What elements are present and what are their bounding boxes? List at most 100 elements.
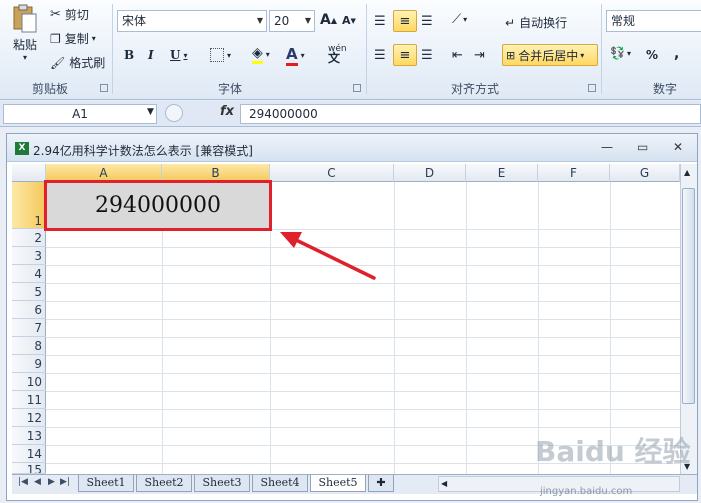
row-header-4[interactable]: 4: [12, 265, 46, 283]
copy-button[interactable]: ❐ 复制 ▾: [50, 30, 96, 47]
clipboard-group-title: 剪贴板: [31, 82, 68, 96]
watermark-url: jingyan.baidu.com: [540, 486, 633, 497]
percent-button[interactable]: %: [646, 48, 658, 62]
alignment-group-title: 对齐方式: [450, 82, 499, 96]
copy-dropdown-icon[interactable]: ▾: [92, 34, 96, 43]
next-sheet-icon[interactable]: ▶: [48, 477, 55, 487]
format-painter-button[interactable]: 🖌 格式刷: [50, 54, 105, 71]
row-header-15[interactable]: 15: [12, 463, 46, 474]
name-box-value: A1: [72, 107, 88, 121]
wrap-text-icon: ↵: [505, 15, 516, 30]
paste-button[interactable]: 粘贴 ▾: [8, 4, 42, 62]
last-sheet-icon[interactable]: ▶|: [60, 477, 70, 487]
font-launcher-icon[interactable]: [353, 84, 361, 92]
cut-button[interactable]: ✂ 剪切: [50, 6, 89, 23]
brush-icon: 🖌: [50, 55, 66, 70]
comma-button[interactable]: ,: [674, 46, 679, 62]
row-header-14[interactable]: 14: [12, 445, 46, 463]
align-middle-button[interactable]: ≡: [393, 10, 417, 32]
row-header-11[interactable]: 11: [12, 391, 46, 409]
number-format-value: 常规: [611, 14, 636, 28]
workbook-title: 2.94亿用科学计数法怎么表示 [兼容模式]: [33, 144, 253, 158]
prev-sheet-icon[interactable]: ◀: [34, 477, 41, 487]
font-group-title: 字体: [217, 82, 242, 96]
row-header-9[interactable]: 9: [12, 355, 46, 373]
name-box[interactable]: A1: [3, 104, 157, 124]
select-all-corner[interactable]: [12, 164, 46, 182]
orientation-button[interactable]: ⟋ ▾: [452, 12, 467, 27]
highlight-box: [44, 180, 272, 231]
merge-dropdown-icon[interactable]: ▾: [580, 51, 584, 60]
grow-font-label: A: [320, 12, 331, 28]
vertical-scroll-thumb[interactable]: [682, 188, 695, 404]
align-top-button[interactable]: ☰: [374, 14, 386, 29]
row-header-12[interactable]: 12: [12, 409, 46, 427]
borders-button[interactable]: ▾: [210, 48, 231, 62]
merge-center-button[interactable]: ⊞ 合并后居中 ▾: [502, 44, 598, 66]
minimize-icon[interactable]: —: [601, 140, 613, 154]
annotation-arrow-icon: [280, 232, 376, 280]
align-center-button[interactable]: ≡: [393, 44, 417, 66]
workbook-titlebar: X 2.94亿用科学计数法怎么表示 [兼容模式] — ▭ ✕: [7, 134, 697, 162]
row-header-8[interactable]: 8: [12, 337, 46, 355]
row-header-1[interactable]: 1: [12, 182, 46, 229]
grow-font-button[interactable]: A ▲: [320, 12, 337, 28]
decrease-indent-button[interactable]: ⇤: [452, 48, 463, 63]
sheet-tab-1[interactable]: Sheet1: [78, 475, 134, 492]
font-name-value: 宋体: [122, 14, 147, 28]
sheet-tab-4[interactable]: Sheet4: [252, 475, 308, 492]
phonetic-button[interactable]: wén 文: [328, 45, 347, 65]
shrink-font-label: A: [342, 14, 351, 27]
align-right-button[interactable]: ☰: [421, 48, 433, 63]
bold-button[interactable]: B: [124, 48, 134, 62]
insert-function-button[interactable]: fx: [220, 104, 234, 119]
paste-label: 粘贴: [12, 38, 37, 52]
formula-input[interactable]: 294000000: [240, 104, 701, 124]
sheet-tab-5[interactable]: Sheet5: [310, 475, 366, 492]
name-box-dropdown-icon[interactable]: ▼: [147, 107, 154, 117]
insert-sheet-icon[interactable]: ✚: [368, 475, 394, 492]
column-header-e[interactable]: E: [466, 164, 538, 182]
clipboard-launcher-icon[interactable]: [100, 84, 108, 92]
number-format-select[interactable]: 常规: [606, 10, 701, 32]
restore-icon[interactable]: ▭: [637, 140, 648, 154]
row-header-7[interactable]: 7: [12, 319, 46, 337]
font-size-select[interactable]: 20 ▼: [269, 10, 315, 32]
shrink-font-button[interactable]: A ▼: [342, 14, 356, 27]
scissors-icon: ✂: [50, 7, 61, 22]
increase-indent-button[interactable]: ⇥: [474, 48, 485, 63]
align-bottom-button[interactable]: ☰: [421, 14, 433, 29]
font-color-button[interactable]: A ▾: [286, 45, 305, 66]
sheet-tab-2[interactable]: Sheet2: [136, 475, 192, 492]
scroll-up-icon[interactable]: ▲: [684, 168, 690, 177]
paste-dropdown-icon[interactable]: ▾: [23, 53, 27, 62]
expand-circle-icon[interactable]: [165, 104, 183, 122]
ribbon: 粘贴 ▾ ✂ 剪切 ❐ 复制 ▾ 🖌 格式刷 剪贴板 宋体 ▼ 20 ▼ A ▲ A ▼…: [0, 0, 701, 100]
column-header-d[interactable]: D: [394, 164, 466, 182]
currency-button[interactable]: 💱 ▾: [610, 46, 631, 60]
row-header-6[interactable]: 6: [12, 301, 46, 319]
column-header-f[interactable]: F: [538, 164, 610, 182]
row-header-10[interactable]: 10: [12, 373, 46, 391]
sheet-tab-3[interactable]: Sheet3: [194, 475, 250, 492]
row-header-13[interactable]: 13: [12, 427, 46, 445]
fill-color-button[interactable]: ◈ ▾: [252, 45, 270, 64]
close-icon[interactable]: ✕: [673, 140, 683, 154]
font-name-select[interactable]: 宋体 ▼: [117, 10, 267, 32]
align-left-button[interactable]: ☰: [374, 48, 386, 63]
column-header-c[interactable]: C: [270, 164, 394, 182]
row-header-5[interactable]: 5: [12, 283, 46, 301]
wrap-text-button[interactable]: ↵ 自动换行: [505, 14, 567, 31]
row-header-2[interactable]: 2: [12, 229, 46, 247]
column-header-g[interactable]: G: [610, 164, 680, 182]
underline-button[interactable]: U ▾: [170, 48, 187, 62]
scroll-left-icon[interactable]: ◀: [441, 479, 447, 488]
row-header-3[interactable]: 3: [12, 247, 46, 265]
copy-icon: ❐: [50, 31, 61, 46]
italic-button[interactable]: I: [148, 48, 154, 62]
number-group-title: 数字: [652, 82, 677, 96]
first-sheet-icon[interactable]: |◀: [18, 477, 28, 487]
chevron-down-icon: ▼: [256, 16, 263, 25]
alignment-launcher-icon[interactable]: [588, 84, 596, 92]
row-headers: 1 2 3 4 5 6 7 8 9 10 11 12 13 14 15: [12, 182, 46, 474]
